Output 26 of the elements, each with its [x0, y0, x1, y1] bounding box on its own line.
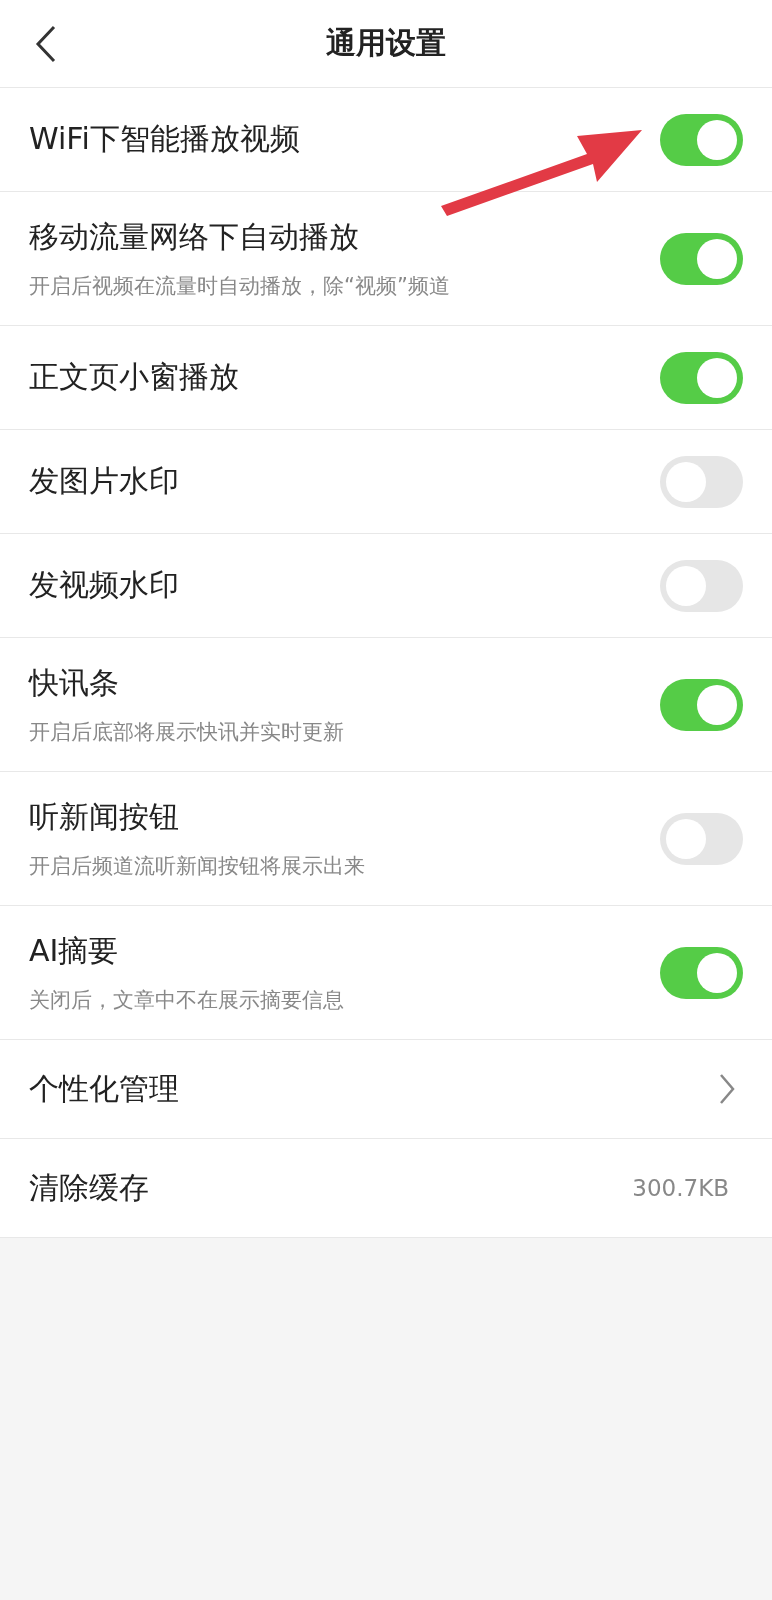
setting-label: AI摘要: [29, 932, 120, 970]
setting-description: 关闭后，文章中不在展示摘要信息: [29, 987, 344, 1014]
toggle-switch[interactable]: [660, 678, 743, 731]
toggle-switch[interactable]: [660, 232, 743, 285]
setting-label: WiFi下智能播放视频: [29, 120, 300, 158]
toggle-switch[interactable]: [660, 351, 743, 404]
toggle-switch[interactable]: [660, 946, 743, 999]
setting-description: 开启后视频在流量时自动播放，除“视频”频道: [29, 273, 450, 300]
setting-description: 开启后频道流听新闻按钮将展示出来: [29, 853, 365, 880]
toggle-switch[interactable]: [660, 559, 743, 612]
setting-label: 快讯条: [29, 664, 120, 702]
setting-label: 听新闻按钮: [29, 798, 180, 836]
setting-label: 清除缓存: [29, 1168, 149, 1207]
page-title: 通用设置: [326, 24, 446, 62]
toggle-switch[interactable]: [660, 812, 743, 865]
toggle-switch[interactable]: [660, 455, 743, 508]
setting-label: 正文页小窗播放: [29, 358, 239, 396]
toggle-switch[interactable]: [660, 113, 743, 166]
setting-label: 移动流量网络下自动播放: [29, 218, 360, 256]
chevron-right-icon[interactable]: [719, 1073, 735, 1105]
cache-size: 300.7KB: [632, 1175, 729, 1201]
back-icon[interactable]: [34, 24, 58, 64]
setting-label: 个性化管理: [29, 1069, 179, 1108]
setting-description: 开启后底部将展示快讯并实时更新: [29, 719, 344, 746]
setting-label: 发图片水印: [29, 462, 179, 500]
setting-label: 发视频水印: [29, 566, 179, 604]
